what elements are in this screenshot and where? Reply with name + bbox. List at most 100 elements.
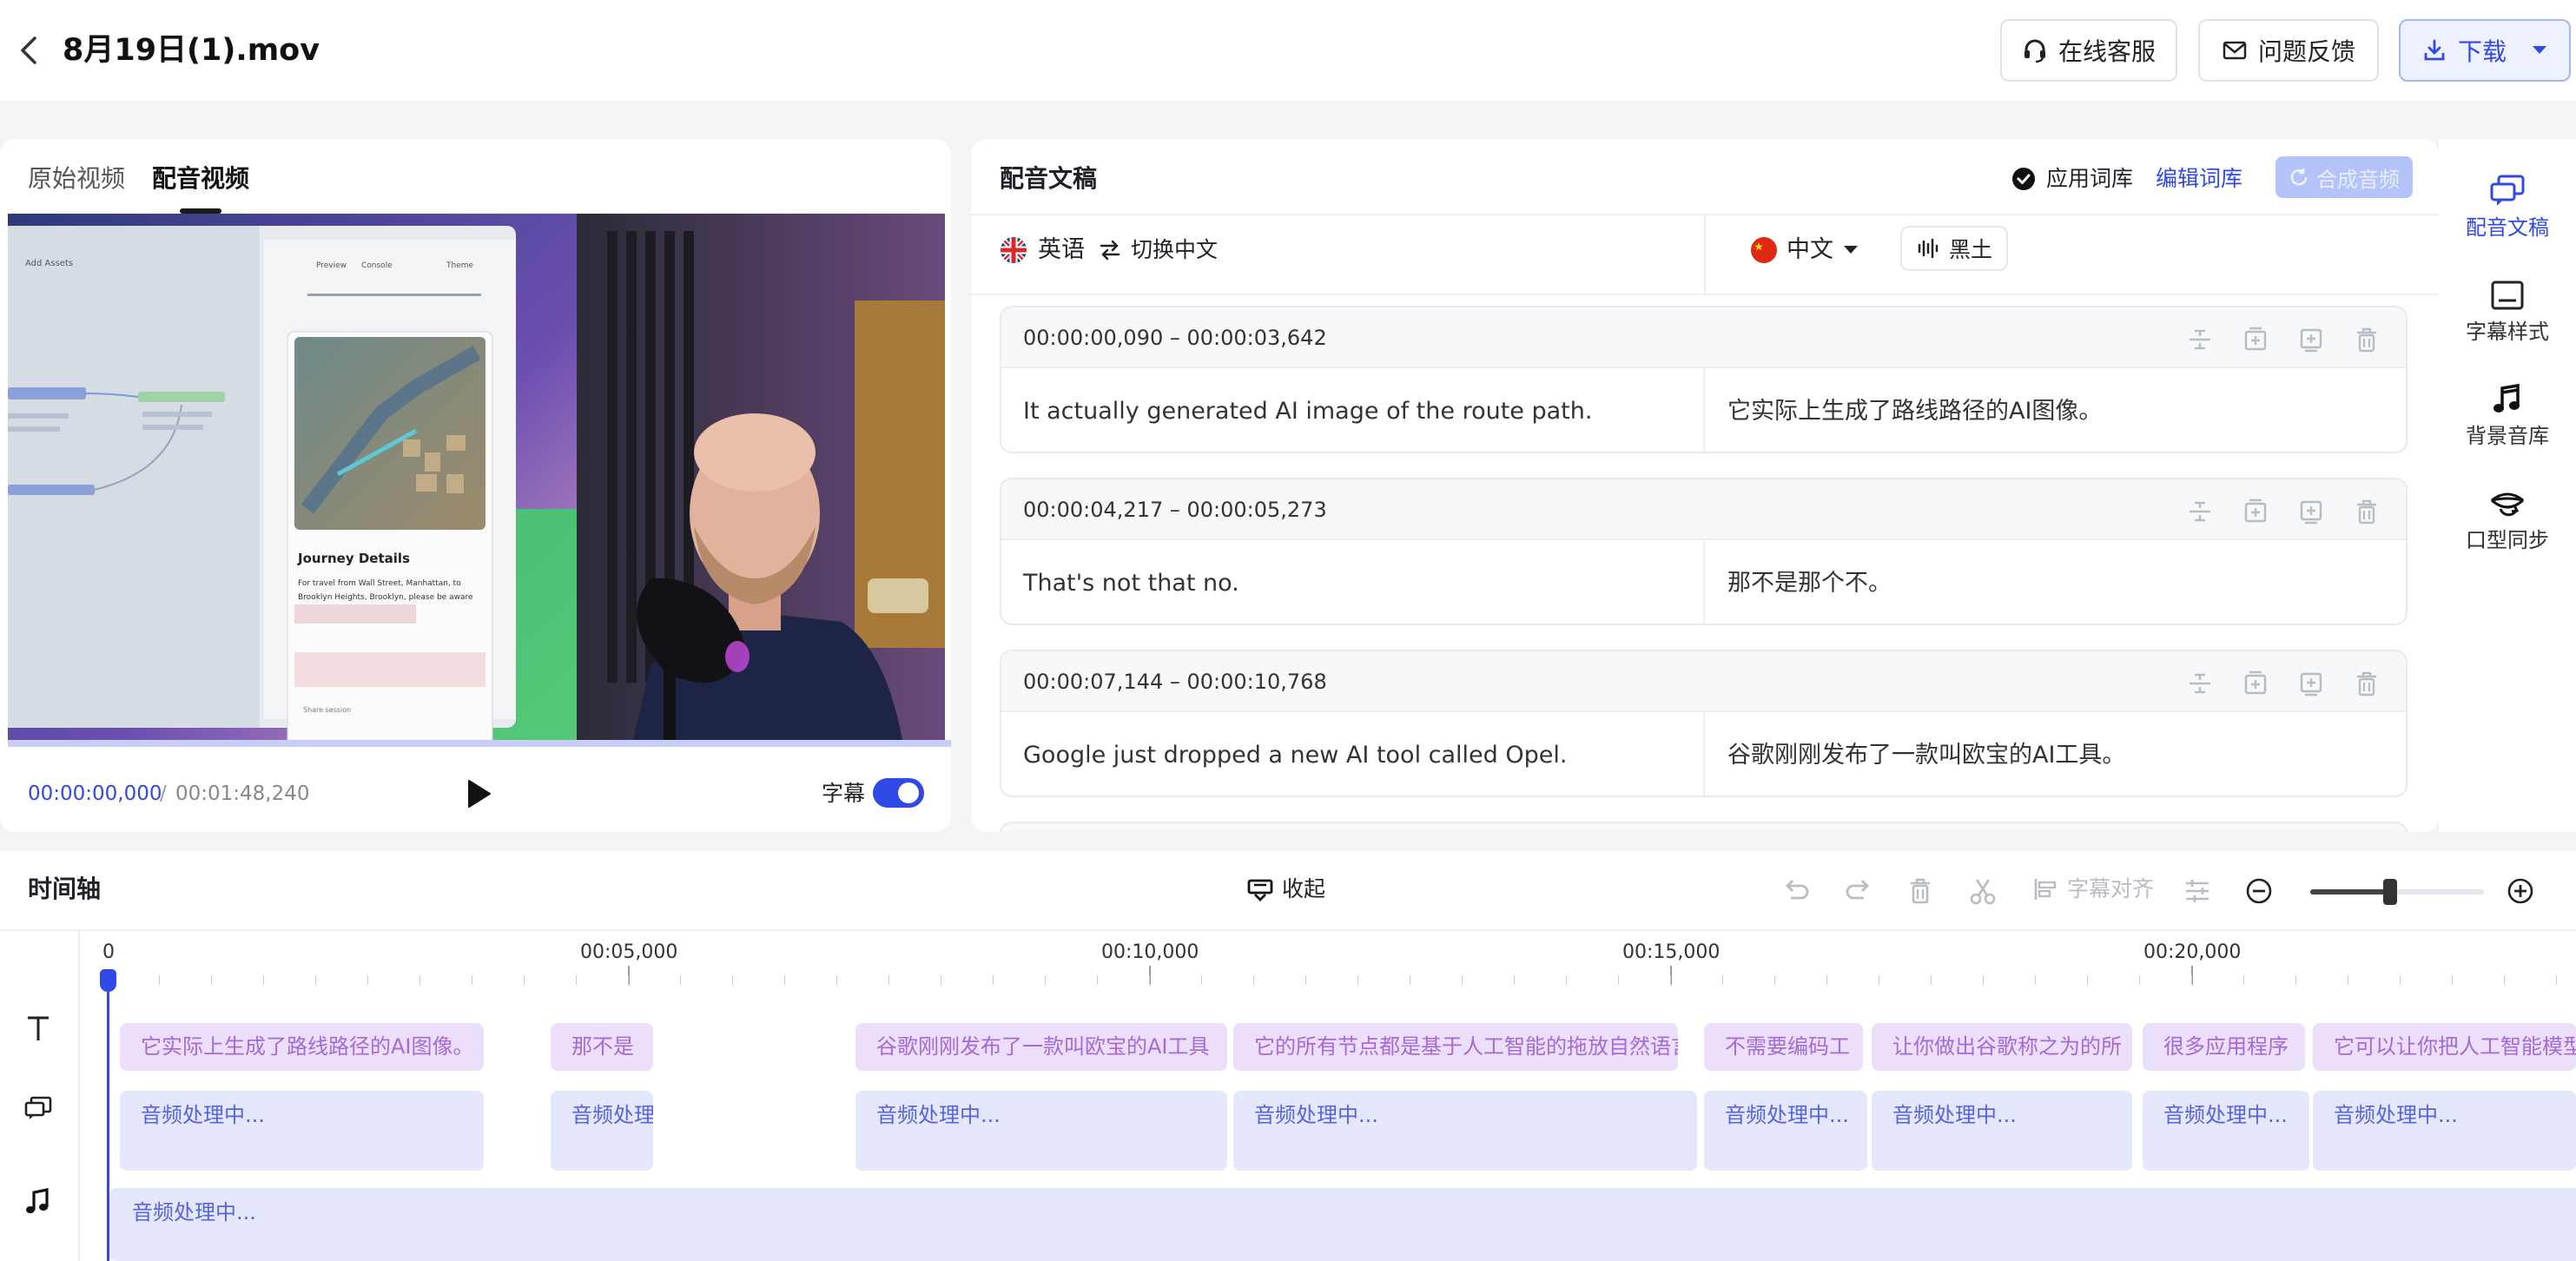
source-language: 英语 [1000,231,1085,269]
subtitle-clip[interactable]: 它的所有节点都是基于人工智能的拖放自然语言 [1233,1023,1678,1071]
redo-icon[interactable] [1843,875,1874,907]
subtitle-clip[interactable]: 它实际上生成了路线路径的AI图像。 [120,1023,484,1071]
online-support-button[interactable]: 在线客服 [2000,19,2177,82]
insert-before-icon[interactable] [2241,325,2270,354]
audio-clip[interactable]: 音频处理中... [2143,1091,2309,1171]
split-segment-icon[interactable] [2185,325,2215,354]
rail-item-background-music[interactable]: 背景音库 [2439,382,2576,478]
scissors-icon[interactable] [1967,875,1998,907]
swap-arrows-icon [1098,238,1122,262]
track-header-column [0,931,80,1261]
ruler-minor-tick [1826,975,1827,985]
subtitle-align-button[interactable]: 字幕对齐 [2032,870,2154,908]
collapse-button[interactable]: 收起 [1247,870,1325,908]
ruler-minor-tick [1983,975,1984,985]
background-music-clip[interactable]: 音频处理中... [109,1188,2576,1261]
ruler-minor-tick [2504,975,2505,985]
delete-icon[interactable] [1905,875,1936,907]
insert-after-icon[interactable] [2296,669,2326,698]
audio-clip[interactable]: 音频处理中... [1872,1091,2132,1171]
subtitle-clip[interactable]: 谷歌刚刚发布了一款叫欧宝的AI工具 [855,1023,1227,1071]
toggle-knob [898,782,919,803]
split-settings-icon[interactable] [2182,875,2213,907]
text-track-icon [21,1011,56,1046]
audio-clip[interactable]: 音频处理中... [2313,1091,2576,1171]
split-segment-icon[interactable] [2185,497,2215,526]
subtitle-toggle[interactable] [873,778,924,808]
insert-after-icon[interactable] [2296,497,2326,526]
undo-icon[interactable] [1780,875,1812,907]
dubbing-track-icon [21,1091,56,1126]
rail-item-dubbing-script[interactable]: 配音文稿 [2439,174,2576,269]
feedback-label: 问题反馈 [2257,37,2355,66]
audio-clip[interactable]: 音频处理中... [855,1091,1227,1171]
ruler-label: 00:10,000 [1101,941,1199,963]
insert-before-icon[interactable] [2241,669,2270,698]
voice-select[interactable]: 黑土 [1900,226,2009,271]
segment-target-text[interactable]: 谷歌刚刚发布了一款叫欧宝的AI工具。 [1727,738,2125,773]
segment-source-text[interactable]: Google just dropped a new AI tool called… [1023,738,1567,773]
script-segment-partial[interactable] [1000,822,2408,832]
segment-timecode: 00:00:00,090 – 00:00:03,642 [1023,326,1327,350]
script-segment[interactable]: 00:00:00,090 – 00:00:03,642 It actually g… [1000,306,2408,453]
rail-label-subtitle-style: 字幕样式 [2466,320,2549,344]
audio-clip[interactable]: 音频处理中... [1704,1091,1867,1171]
zoom-in-icon[interactable] [2505,875,2536,907]
audio-clip[interactable]: 音频处理中... [120,1091,484,1171]
ruler-minor-tick [2452,975,2453,985]
subtitle-clip[interactable]: 很多应用程序 [2143,1023,2305,1071]
apply-lexicon-checkbox[interactable]: 应用词库 [2011,160,2133,198]
play-icon[interactable] [459,775,497,813]
edit-lexicon-link[interactable]: 编辑词库 [2156,160,2242,198]
frame-card-line-1: For travel from Wall Street, Manhattan, … [298,579,461,588]
tab-original-video[interactable]: 原始视频 [28,160,125,198]
feedback-button[interactable]: 问题反馈 [2198,19,2379,82]
synthesize-audio-button[interactable]: 合成音频 [2275,156,2413,198]
insert-before-icon[interactable] [2241,497,2270,526]
audio-clip[interactable]: 音频处理中... [1233,1091,1697,1171]
segment-target-text[interactable]: 那不是那个不。 [1727,566,1892,601]
ruler-minor-tick [419,975,420,985]
subtitle-clip[interactable]: 让你做出谷歌称之为的所 [1872,1023,2132,1071]
zoom-out-icon[interactable] [2243,875,2275,907]
ruler-minor-tick [2087,975,2088,985]
segment-source-text[interactable]: That's not that no. [1023,566,1239,601]
delete-segment-icon[interactable] [2352,497,2381,526]
split-segment-icon[interactable] [2185,669,2215,698]
tab-dubbed-video[interactable]: 配音视频 [152,160,249,198]
target-language-select[interactable]: 中文 [1750,231,1859,269]
check-circle-icon [2011,167,2036,191]
script-segment[interactable]: 00:00:07,144 – 00:00:10,768 Google just d… [1000,650,2408,797]
zoom-slider-thumb[interactable] [2383,879,2397,905]
playhead-handle[interactable] [100,969,116,992]
audio-clip[interactable]: 音频处理 [551,1091,653,1171]
ruler-label: 00:20,000 [2143,941,2242,963]
rail-label-dubbing-script: 配音文稿 [2466,215,2549,240]
insert-after-icon[interactable] [2296,325,2326,354]
frame-tab-console: Console [361,261,393,270]
back-arrow-icon[interactable] [10,31,49,69]
zoom-slider-fill [2310,889,2390,895]
timeline-title: 时间轴 [28,875,102,903]
segment-target-text[interactable]: 它实际上生成了路线路径的AI图像。 [1727,394,2102,429]
subtitle-style-icon [2488,278,2526,313]
delete-segment-icon[interactable] [2352,669,2381,698]
segment-source-text[interactable]: It actually generated AI image of the ro… [1023,394,1592,429]
subtitle-clip[interactable]: 那不是 [551,1023,653,1071]
segment-header: 00:00:07,144 – 00:00:10,768 [1001,651,2406,712]
rail-item-subtitle-style[interactable]: 字幕样式 [2439,278,2576,373]
total-time: 00:01:48,240 [175,782,310,805]
delete-segment-icon[interactable] [2352,325,2381,354]
video-progress-bar[interactable] [8,740,951,747]
download-label: 下载 [2457,37,2507,66]
subtitle-clip[interactable]: 它可以让你把人工智能模型 [2313,1023,2576,1071]
subtitle-clip[interactable]: 不需要编码工 [1704,1023,1863,1071]
video-player[interactable]: Add Assets Preview Console Theme Journey… [8,214,945,740]
frame-card-title: Journey Details [297,551,410,566]
rail-item-lip-sync[interactable]: 口型同步 [2439,486,2576,582]
script-segment[interactable]: 00:00:04,217 – 00:00:05,273 That's not th… [1000,478,2408,625]
download-button[interactable]: 下载 [2399,19,2571,82]
ruler-minor-tick [1774,975,1775,985]
ruler-minor-tick [888,975,889,985]
switch-language-button[interactable]: 切换中文 [1098,231,1218,269]
